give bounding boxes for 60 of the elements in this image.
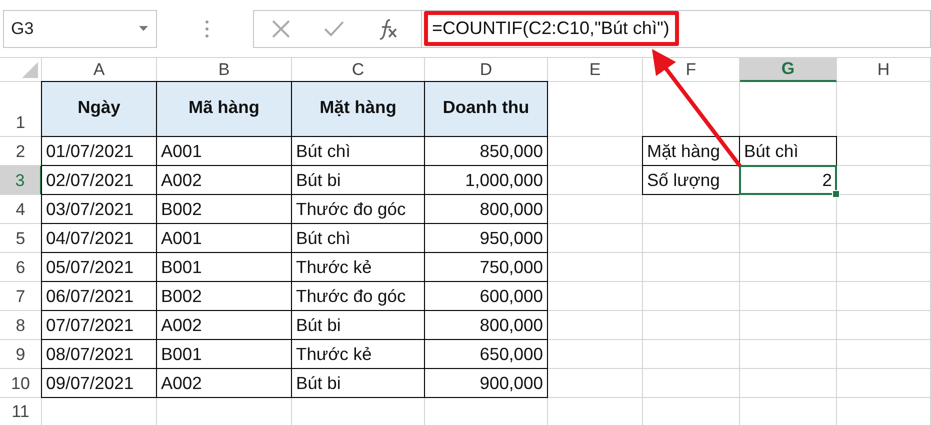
row-header[interactable]: 11 — [0, 398, 42, 426]
cancel-icon[interactable] — [272, 20, 290, 38]
formula-text: =COUNTIF(C2:C10,"Bút chì") — [424, 11, 680, 46]
empty-cell[interactable] — [548, 253, 643, 282]
name-box[interactable]: G3 — [3, 10, 157, 48]
column-header[interactable]: E — [548, 58, 643, 82]
empty-cell[interactable] — [740, 282, 837, 311]
empty-cell[interactable] — [643, 340, 740, 369]
table-cell[interactable]: 2 — [739, 165, 837, 195]
header-cell: Mặt hàng — [291, 81, 425, 137]
empty-cell[interactable] — [837, 253, 931, 282]
checkmark-icon[interactable] — [324, 20, 344, 36]
column-header[interactable]: H — [837, 58, 931, 82]
fill-handle[interactable] — [832, 190, 840, 198]
empty-cell[interactable] — [643, 398, 740, 426]
header-cell: Mã hàng — [156, 81, 292, 137]
empty-cell[interactable] — [837, 82, 931, 137]
caret-icon[interactable] — [139, 26, 148, 31]
table-cell: Mặt hàng — [642, 136, 740, 166]
table-cell[interactable]: Bút chì — [739, 136, 837, 166]
empty-cell[interactable] — [740, 340, 837, 369]
function-icon[interactable] — [378, 18, 398, 40]
table-cell: Số lượng — [642, 165, 740, 195]
empty-cell[interactable] — [548, 282, 643, 311]
empty-cell[interactable] — [548, 311, 643, 340]
empty-cell[interactable] — [740, 311, 837, 340]
empty-cell[interactable] — [643, 195, 740, 224]
empty-cell[interactable] — [740, 224, 837, 253]
empty-cell[interactable] — [548, 224, 643, 253]
empty-cell[interactable] — [292, 398, 425, 426]
empty-cell[interactable] — [548, 369, 643, 398]
column-header[interactable]: G — [740, 58, 837, 82]
empty-cell[interactable] — [837, 369, 931, 398]
empty-cell[interactable] — [643, 224, 740, 253]
empty-cell[interactable] — [740, 253, 837, 282]
header-cell: Doanh thu — [424, 81, 548, 137]
empty-cell[interactable] — [837, 137, 931, 166]
empty-cell[interactable] — [548, 340, 643, 369]
empty-cell[interactable] — [740, 398, 837, 426]
empty-cell[interactable] — [643, 311, 740, 340]
table-cell: 09/07/2021 — [41, 368, 157, 398]
empty-cell[interactable] — [643, 369, 740, 398]
empty-cell[interactable] — [837, 340, 931, 369]
empty-cell[interactable] — [837, 311, 931, 340]
empty-cell[interactable] — [548, 195, 643, 224]
empty-cell[interactable] — [157, 398, 292, 426]
formula-bar[interactable]: =COUNTIF(C2:C10,"Bút chì") — [421, 10, 931, 48]
row-header[interactable]: 3 — [0, 166, 42, 195]
empty-cell[interactable] — [740, 369, 837, 398]
header-cell: Ngày — [41, 81, 157, 137]
empty-cell[interactable] — [548, 398, 643, 426]
select-all-icon[interactable] — [22, 62, 38, 78]
empty-cell[interactable] — [837, 398, 931, 426]
table-cell: 900,000 — [424, 368, 548, 398]
empty-cell[interactable] — [643, 282, 740, 311]
empty-cell[interactable] — [837, 224, 931, 253]
grip-icon — [205, 20, 209, 38]
empty-cell[interactable] — [425, 398, 548, 426]
empty-cell[interactable] — [837, 282, 931, 311]
empty-cell[interactable] — [643, 253, 740, 282]
